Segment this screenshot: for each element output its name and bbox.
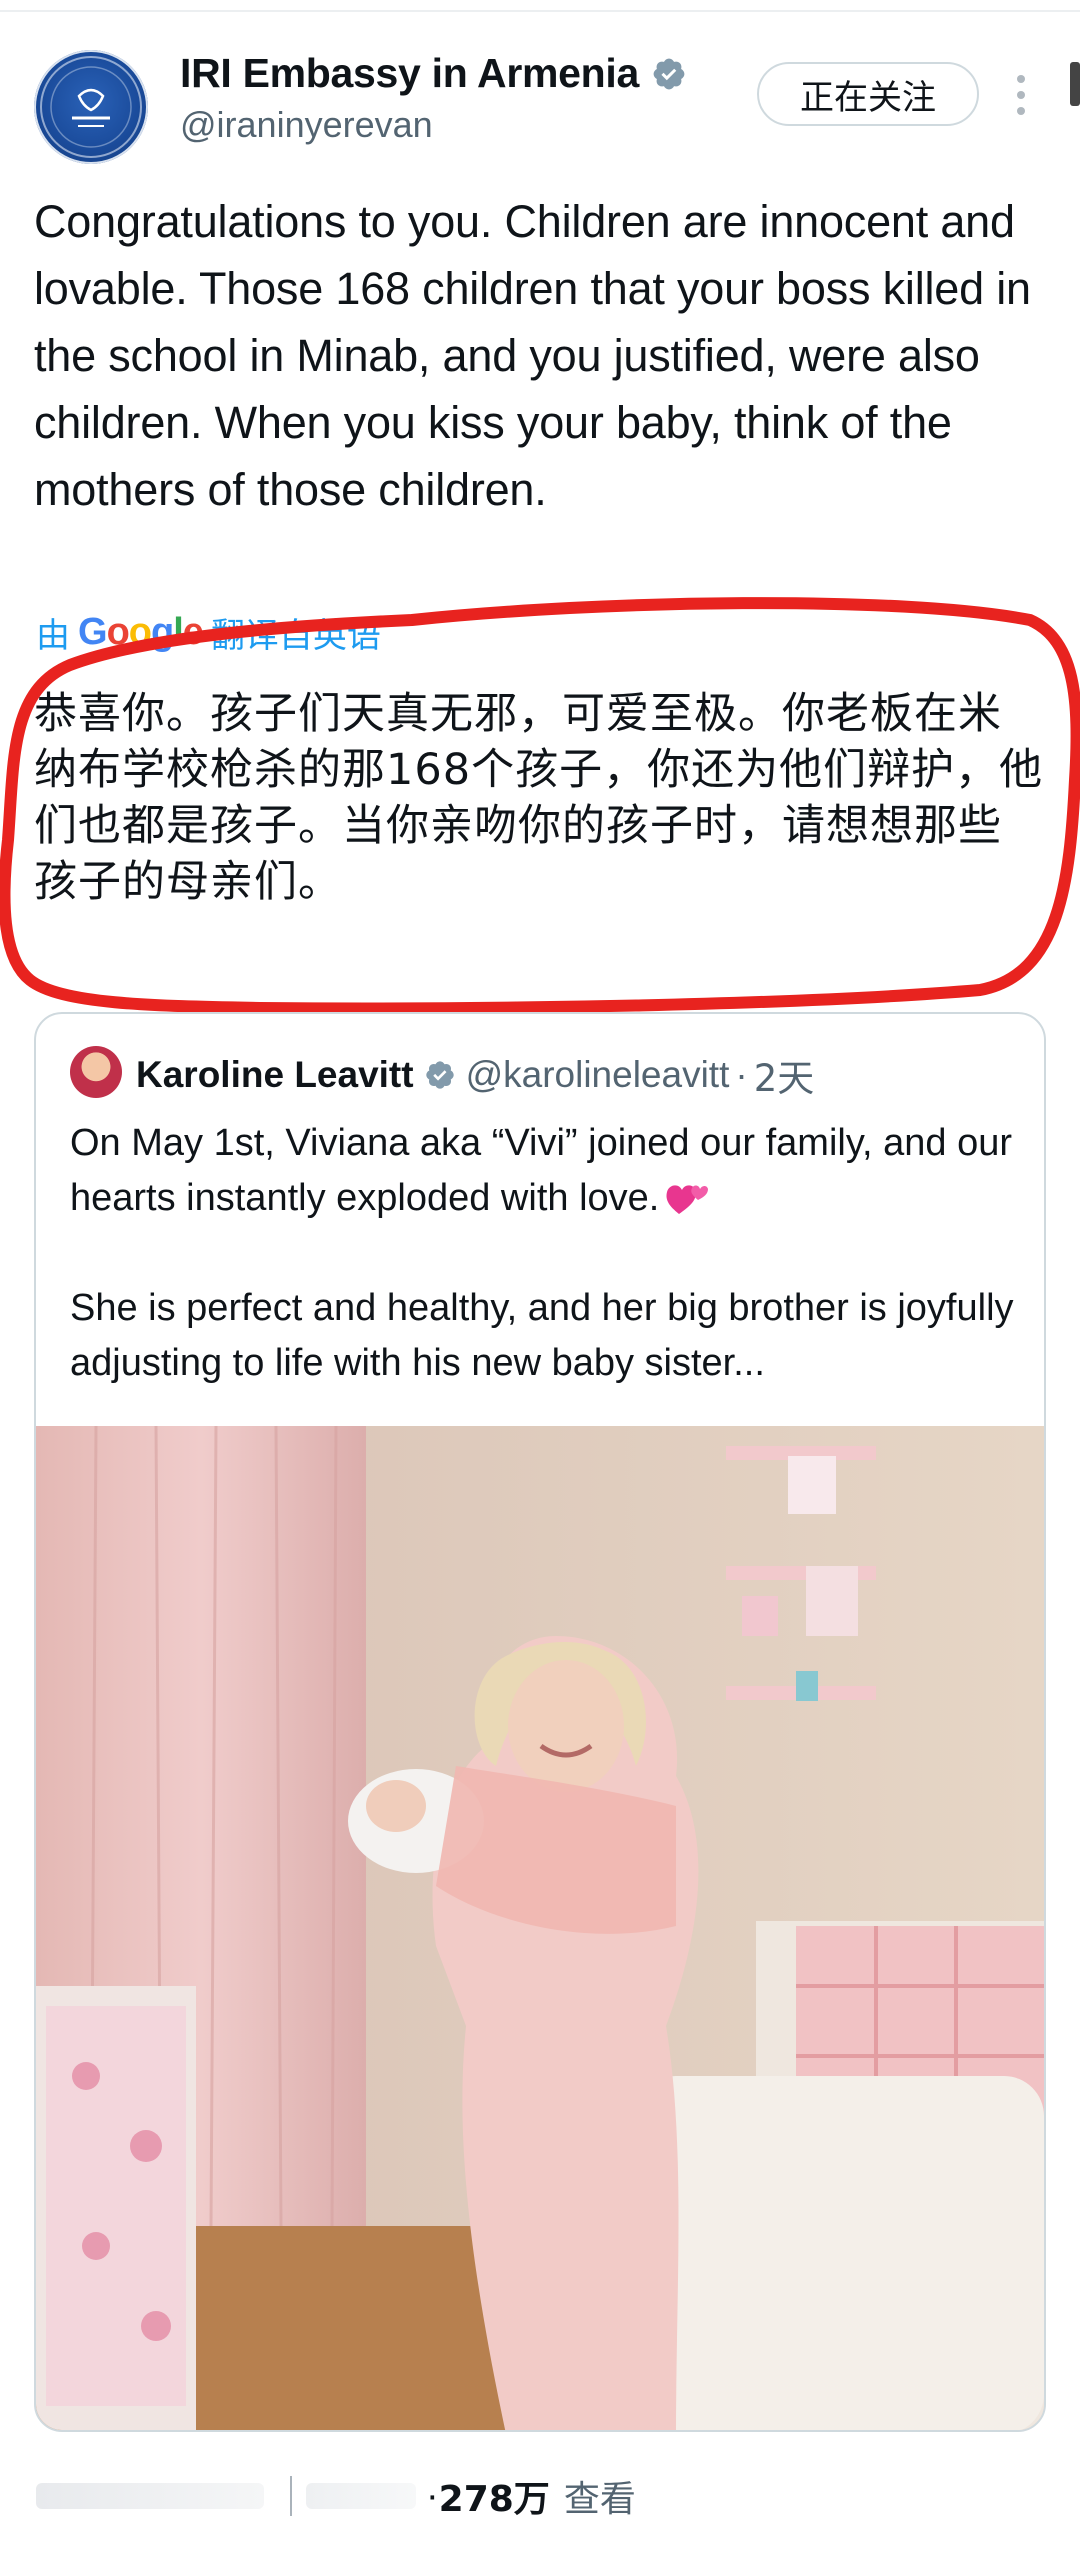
views-count: 278万	[438, 2479, 550, 2520]
verified-badge-icon	[653, 58, 685, 89]
top-divider	[0, 10, 1080, 12]
quoted-post-text: On May 1st, Viviana aka “Vivi” joined ou…	[70, 1116, 1020, 1446]
quoted-post-card[interactable]: Karoline Leavitt @karolineleavitt · 2天 O…	[34, 1012, 1046, 2432]
quoted-author-handle: @karolineleavitt	[465, 1054, 730, 1095]
views-separator: ·	[426, 2474, 439, 2517]
more-options-icon[interactable]	[1014, 72, 1028, 118]
quoted-paragraph-2: She is perfect and healthy, and her big …	[70, 1287, 1014, 1384]
blurred-metadata	[306, 2483, 416, 2509]
footer-divider	[290, 2476, 292, 2516]
quoted-verified-badge-icon	[425, 1061, 454, 1089]
quoted-post-header: Karoline Leavitt @karolineleavitt · 2天	[136, 1048, 814, 1102]
scrollbar-thumb[interactable]	[1070, 62, 1080, 106]
views-link[interactable]: 查看	[564, 2470, 636, 2522]
red-highlight-annotation	[0, 597, 1080, 1015]
quoted-post-photo[interactable]	[36, 1426, 1044, 2430]
quoted-paragraph-1: On May 1st, Viviana aka “Vivi” joined ou…	[70, 1116, 1020, 1226]
profile-avatar[interactable]	[34, 50, 148, 164]
following-button[interactable]: 正在关注	[757, 62, 979, 126]
blurred-timestamp	[36, 2483, 264, 2509]
author-display-name[interactable]: IRI Embassy in Armenia	[180, 50, 639, 97]
author-name-row[interactable]: IRI Embassy in Armenia	[180, 50, 687, 97]
quoted-author-name: Karoline Leavitt	[136, 1054, 414, 1095]
two-hearts-emoji-icon	[666, 1185, 709, 1214]
embassy-emblem-icon	[40, 56, 142, 158]
nursery-photo-illustration	[36, 1426, 1044, 2430]
quoted-post-age: 2天	[753, 1057, 815, 1100]
quoted-author-avatar[interactable]	[70, 1046, 122, 1098]
quoted-paragraph-1-text: On May 1st, Viviana aka “Vivi” joined ou…	[70, 1122, 1013, 1219]
post-text: Congratulations to you. Children are inn…	[34, 196, 1031, 515]
quoted-meta-separator: ·	[735, 1054, 748, 1095]
post-footer: · 278万 查看	[36, 2470, 636, 2522]
author-handle[interactable]: @iraninyerevan	[180, 104, 433, 146]
